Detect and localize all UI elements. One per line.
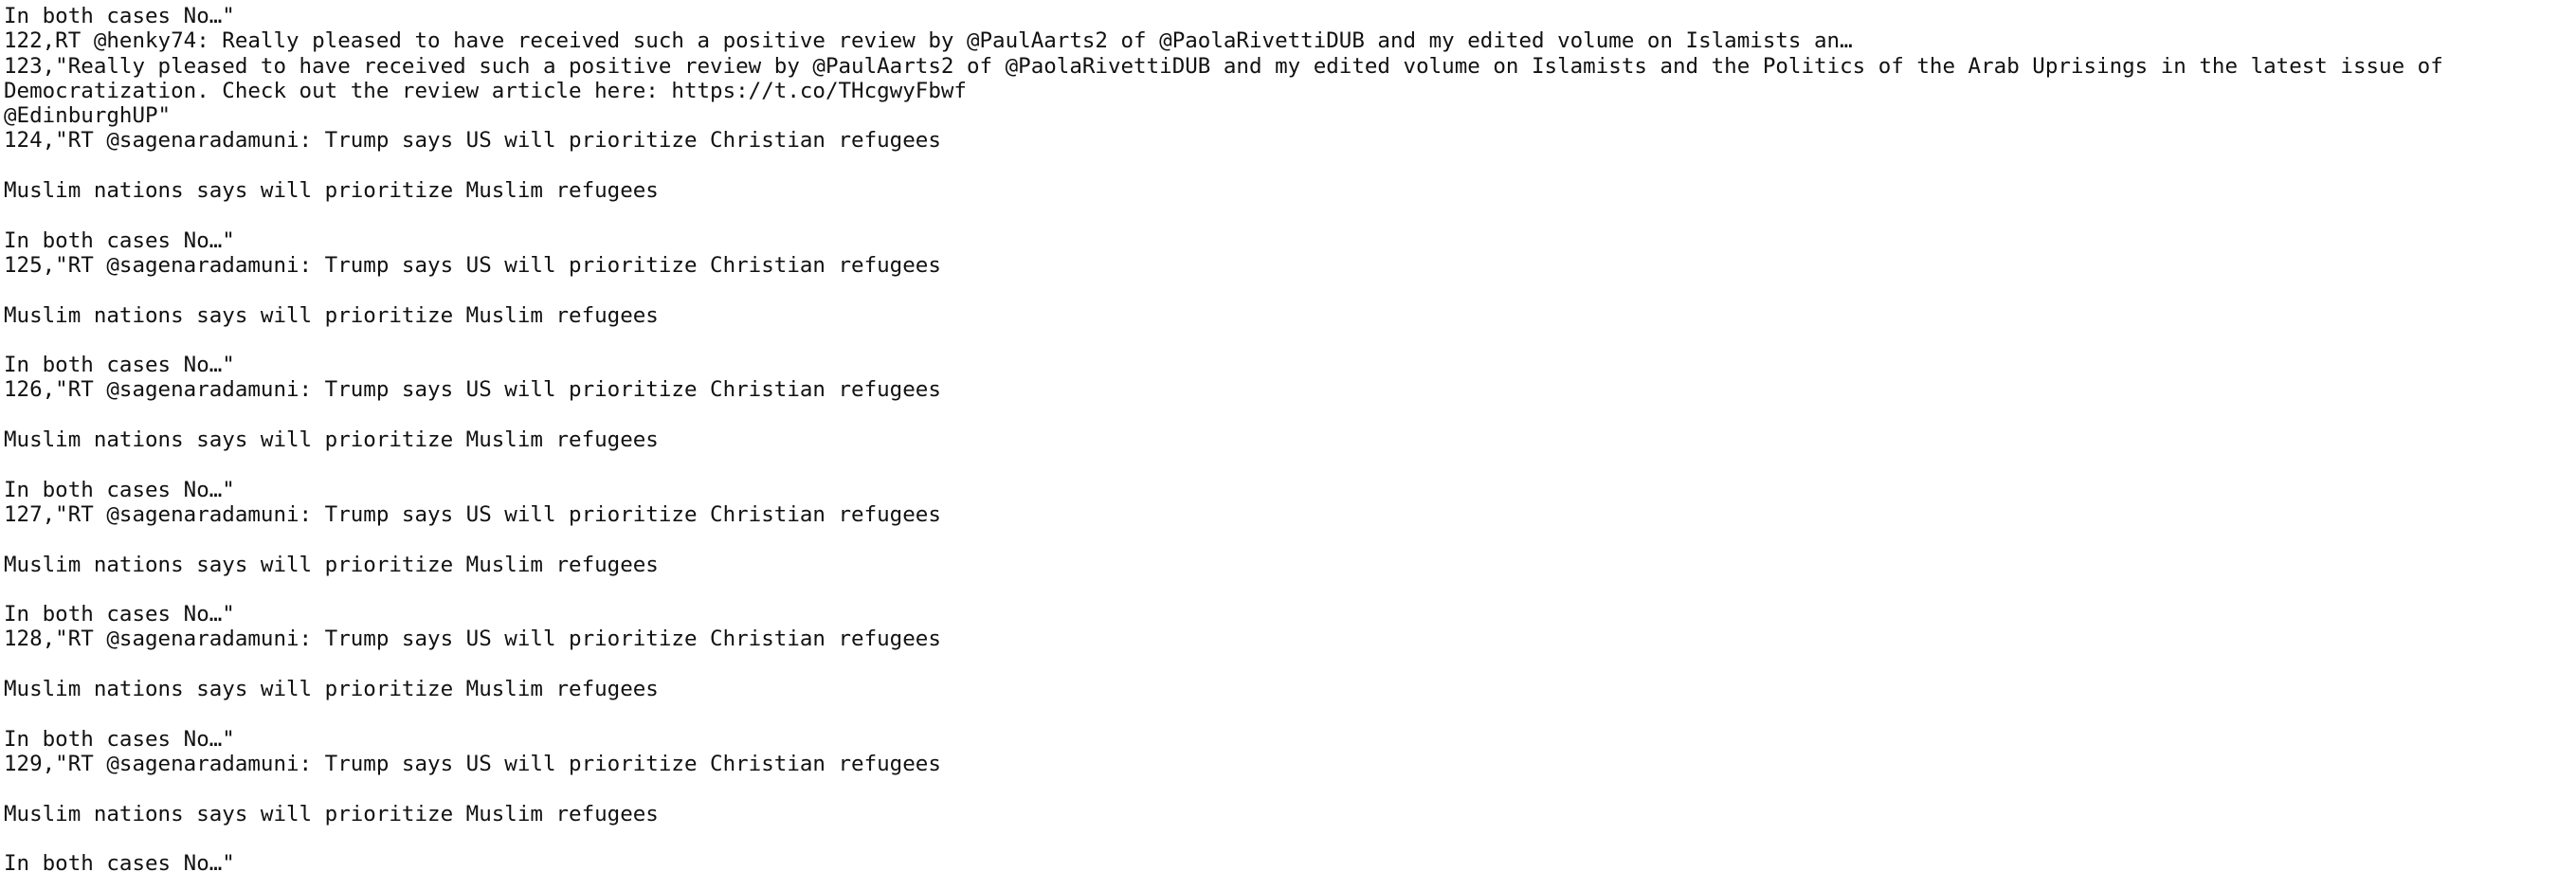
text-line: Muslim nations says will prioritize Musl… (4, 302, 659, 328)
text-line: 125,"RT @sagenaradamuni: Trump says US w… (4, 252, 941, 278)
text-line: In both cases No…" (4, 353, 235, 378)
text-line (4, 827, 2576, 851)
text-line: In both cases No…" (4, 851, 235, 872)
text-line: 126,"RT @sagenaradamuni: Trump says US w… (4, 377, 941, 403)
text-line (4, 203, 2576, 227)
text-line: Muslim nations says will prioritize Musl… (4, 801, 659, 827)
text-line (4, 403, 2576, 427)
text-line: Muslim nations says will prioritize Musl… (4, 552, 659, 577)
text-line (4, 154, 2576, 178)
text-line: Muslim nations says will prioritize Musl… (4, 178, 659, 204)
text-line (4, 652, 2576, 677)
text-line: Democratization. Check out the review ar… (4, 78, 967, 103)
text-line: In both cases No…" (4, 477, 235, 502)
text-line: In both cases No…" (4, 4, 235, 28)
text-line (4, 328, 2576, 353)
text-file-viewer[interactable]: In both cases No…" 122,RT @henky74: Real… (0, 0, 2576, 872)
text-line (4, 452, 2576, 477)
text-line: Muslim nations says will prioritize Musl… (4, 677, 659, 702)
text-line: Muslim nations says will prioritize Musl… (4, 427, 659, 453)
text-line: 124,"RT @sagenaradamuni: Trump says US w… (4, 128, 941, 154)
text-line: In both cases No…" (4, 726, 235, 752)
text-line: 127,"RT @sagenaradamuni: Trump says US w… (4, 501, 941, 527)
text-line: 122,RT @henky74: Really pleased to have … (4, 28, 1853, 54)
text-line: In both cases No…" (4, 227, 235, 253)
text-line (4, 527, 2576, 552)
text-line (4, 776, 2576, 801)
text-line: @EdinburghUP" (4, 103, 172, 129)
text-line: 128,"RT @sagenaradamuni: Trump says US w… (4, 627, 941, 652)
text-line (4, 278, 2576, 302)
text-line: 129,"RT @sagenaradamuni: Trump says US w… (4, 751, 941, 776)
text-line (4, 701, 2576, 726)
text-line (4, 577, 2576, 602)
text-line: 123,"Really pleased to have received suc… (4, 53, 2443, 79)
text-line: In both cases No…" (4, 602, 235, 627)
